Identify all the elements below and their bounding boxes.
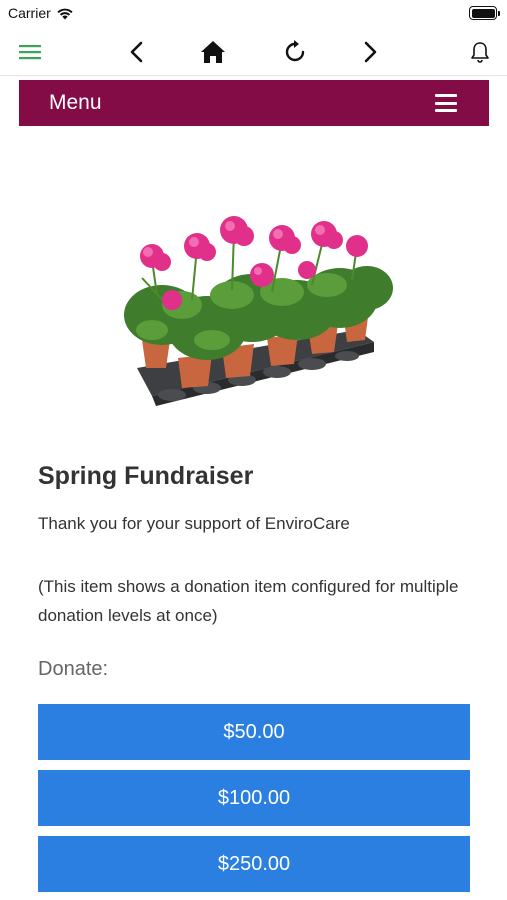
donate-label: Donate: bbox=[38, 658, 109, 680]
donate-50-button[interactable]: $50.00 bbox=[38, 704, 470, 760]
hamburger-menu-icon[interactable] bbox=[14, 36, 46, 68]
item-note: (This item shows a donation item configu… bbox=[38, 577, 459, 625]
donate-250-button[interactable]: $250.00 bbox=[38, 836, 470, 892]
menu-label: Menu bbox=[49, 91, 102, 114]
browser-toolbar bbox=[0, 28, 507, 76]
page-title: Spring Fundraiser bbox=[38, 462, 254, 490]
donate-100-button[interactable]: $100.00 bbox=[38, 770, 470, 826]
flower-tray-image bbox=[124, 216, 393, 406]
reload-icon[interactable] bbox=[279, 36, 311, 68]
bell-icon[interactable] bbox=[464, 36, 496, 68]
carrier-label: Carrier bbox=[8, 5, 51, 21]
thank-you-text: Thank you for your support of EnviroCare bbox=[38, 514, 350, 533]
site-menu-bar[interactable]: Menu bbox=[19, 80, 489, 126]
carrier-indicator: Carrier bbox=[8, 5, 74, 21]
status-bar: Carrier bbox=[0, 0, 507, 28]
home-icon[interactable] bbox=[197, 36, 229, 68]
battery-icon bbox=[469, 6, 500, 20]
forward-icon[interactable] bbox=[354, 36, 386, 68]
wifi-icon bbox=[57, 8, 73, 19]
back-icon[interactable] bbox=[121, 36, 153, 68]
menu-hamburger-icon[interactable] bbox=[435, 94, 457, 112]
